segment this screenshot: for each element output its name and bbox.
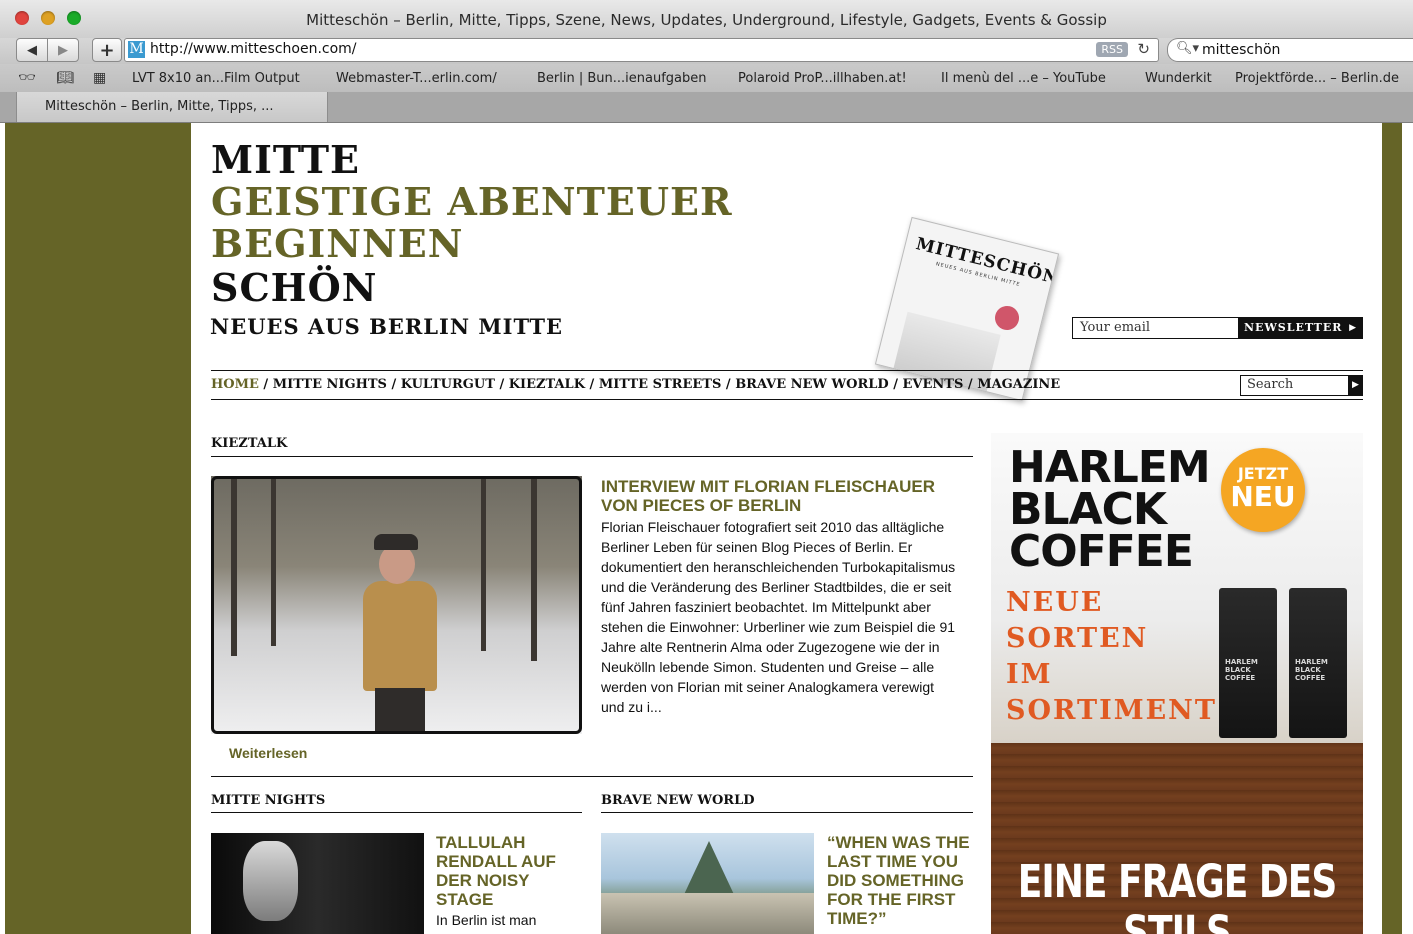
- ad-badge-line: NEU: [1230, 480, 1296, 513]
- nav-kieztalk[interactable]: KIEZTALK: [509, 377, 585, 392]
- back-arrow-icon: ◀: [27, 42, 37, 58]
- tab-bar: Mitteschön – Berlin, Mitte, Tipps, ...: [0, 92, 1413, 123]
- bookmark-item[interactable]: Wunderkit: [1145, 71, 1212, 86]
- teaser-excerpt-tallulah: In Berlin ist man: [436, 912, 537, 928]
- browser-toolbar: ◀ ▶ + M http://www.mitteschoen.com/ RSS …: [0, 38, 1413, 64]
- ad-headline-line: COFFEE: [1009, 526, 1194, 577]
- nav-brave-new-world[interactable]: BRAVE NEW WORLD: [735, 377, 889, 392]
- bookmark-item[interactable]: LVT 8x10 an...Film Output: [132, 71, 300, 86]
- nav-mitte-nights[interactable]: MITTE NIGHTS: [273, 377, 387, 392]
- search-icon: 🔍︎▾: [1176, 41, 1200, 56]
- bookmark-item[interactable]: Il menù del ...e – YouTube: [941, 71, 1106, 86]
- teaser-photo-first-time[interactable]: [601, 833, 814, 934]
- logo-line-beginnen: BEGINNEN: [211, 221, 464, 266]
- site-search-input[interactable]: Search: [1240, 375, 1350, 396]
- forward-arrow-icon: ▶: [58, 42, 68, 58]
- ad-new-badge: JETZT NEU: [1221, 448, 1305, 532]
- ad-tagline-line: IM: [1006, 659, 1053, 690]
- back-button[interactable]: ◀: [16, 38, 48, 62]
- bookmark-item[interactable]: Projektförde... – Berlin.de: [1235, 71, 1399, 86]
- teaser-photo-tallulah[interactable]: [211, 833, 424, 934]
- ad-tagline-line: NEUE: [1006, 587, 1104, 618]
- featured-article-photo[interactable]: [211, 476, 582, 734]
- coffee-advertisement[interactable]: HARLEM BLACK COFFEE JETZT NEU NEUE SORTE…: [991, 433, 1363, 934]
- window-title: Mitteschön – Berlin, Mitte, Tipps, Szene…: [306, 11, 1107, 29]
- logo-line-schoen: SCHÖN: [211, 265, 378, 310]
- section-rule: [601, 812, 973, 813]
- ad-slogan: EINE FRAGE DES STILS: [1017, 856, 1338, 934]
- ad-headline-line: BLACK: [1009, 484, 1167, 535]
- section-heading-kieztalk[interactable]: KIEZTALK: [211, 436, 287, 451]
- arrow-right-icon: ▶: [1352, 380, 1359, 390]
- ad-headline-line: HARLEM: [1009, 442, 1211, 493]
- ad-tagline-line: SORTIMENT: [1006, 695, 1217, 726]
- bookmarks-bar: 👓︎ 📖︎ ▦ LVT 8x10 an...Film Output Webmas…: [0, 64, 1413, 93]
- site-search-placeholder: Search: [1247, 377, 1294, 392]
- page-content: MITTE GEISTIGE ABENTEUER BEGINNEN SCHÖN …: [191, 123, 1382, 934]
- ad-wood-panel: EINE FRAGE DES STILS: [991, 743, 1363, 934]
- background-left: [5, 123, 191, 934]
- window-titlebar: Mitteschön – Berlin, Mitte, Tipps, Szene…: [0, 0, 1413, 38]
- nav-events[interactable]: EVENTS: [903, 377, 964, 392]
- magazine-cover-badge: [992, 303, 1022, 333]
- section-rule: [211, 456, 973, 457]
- logo-line-geistige: GEISTIGE ABENTEUER: [211, 179, 733, 224]
- newsletter-email-input[interactable]: Your email: [1072, 317, 1239, 339]
- coffee-bag-image: HARLEM BLACK COFFEE: [1289, 588, 1347, 738]
- section-divider: [211, 776, 973, 777]
- url-text[interactable]: http://www.mitteschoen.com/: [150, 41, 357, 57]
- coffee-bag-label: HARLEM BLACK COFFEE: [1295, 658, 1328, 682]
- nav-top-rule: [211, 370, 1363, 371]
- nav-magazine[interactable]: MAGAZINE: [977, 377, 1060, 392]
- section-heading-brave-new-world[interactable]: BRAVE NEW WORLD: [601, 793, 755, 808]
- browser-search-field[interactable]: 🔍︎▾ mitteschön: [1167, 38, 1413, 62]
- magazine-cover-image[interactable]: MITTESCHÖN NEUES AUS BERLIN MITTE: [874, 216, 1060, 402]
- featured-article-excerpt: Florian Fleischauer fotografiert seit 20…: [601, 519, 956, 715]
- page-viewport: MITTE GEISTIGE ABENTEUER BEGINNEN SCHÖN …: [5, 123, 1402, 934]
- reading-list-icon[interactable]: 👓︎: [18, 70, 36, 86]
- tab-label: Mitteschön – Berlin, Mitte, Tipps, ...: [45, 99, 274, 114]
- site-tagline: NEUES AUS BERLIN MITTE: [210, 314, 563, 339]
- plus-icon: +: [99, 39, 115, 61]
- add-bookmark-button[interactable]: +: [92, 38, 122, 62]
- nav-kulturgut[interactable]: KULTURGUT: [401, 377, 495, 392]
- coffee-bag-label: HARLEM BLACK COFFEE: [1225, 658, 1258, 682]
- reload-icon[interactable]: ↻: [1137, 40, 1150, 58]
- section-heading-mitte-nights[interactable]: MITTE NIGHTS: [211, 793, 325, 808]
- arrow-right-icon: ▶: [1349, 323, 1357, 333]
- nav-mitte-streets[interactable]: MITTE STREETS: [599, 377, 722, 392]
- browser-search-text[interactable]: mitteschön: [1202, 42, 1280, 58]
- background-right: [1382, 123, 1402, 934]
- top-sites-grid-icon[interactable]: ▦: [93, 70, 106, 86]
- bookmarks-book-icon[interactable]: 📖︎: [56, 70, 74, 86]
- nav-bottom-rule: [211, 399, 1363, 400]
- section-rule: [211, 812, 582, 813]
- address-bar[interactable]: M http://www.mitteschoen.com/ RSS ↻: [124, 38, 1159, 62]
- read-more-link[interactable]: Weiterlesen: [229, 745, 307, 761]
- logo-line-mitte: MITTE: [211, 137, 361, 182]
- newsletter-button-label: NEWSLETTER: [1244, 321, 1343, 334]
- nav-home[interactable]: HOME: [211, 377, 259, 392]
- newsletter-placeholder: Your email: [1080, 320, 1151, 335]
- newsletter-button[interactable]: NEWSLETTER ▶: [1238, 317, 1363, 339]
- bookmark-item[interactable]: Webmaster-T...erlin.com/: [336, 71, 497, 86]
- bookmark-item[interactable]: Berlin | Bun...ienaufgaben: [537, 71, 707, 86]
- coffee-bag-image: HARLEM BLACK COFFEE: [1219, 588, 1277, 738]
- ad-tagline-line: SORTEN: [1006, 623, 1149, 654]
- teaser-title-first-time[interactable]: “WHEN WAS THE LAST TIME YOU DID SOMETHIN…: [827, 833, 977, 928]
- main-nav: HOME / MITTE NIGHTS / KULTURGUT / KIEZTA…: [211, 377, 1061, 392]
- tab-mitteschoen[interactable]: Mitteschön – Berlin, Mitte, Tipps, ...: [16, 92, 328, 122]
- rss-button[interactable]: RSS: [1096, 42, 1128, 57]
- site-favicon-icon: M: [128, 41, 145, 58]
- forward-button[interactable]: ▶: [47, 38, 79, 62]
- teaser-title-tallulah[interactable]: TALLULAH RENDALL AUF DER NOISY STAGE: [436, 833, 576, 909]
- featured-article-title[interactable]: INTERVIEW MIT FLORIAN FLEISCHAUER VON PI…: [601, 477, 961, 515]
- bookmark-item[interactable]: Polaroid ProP...illhaben.at!: [738, 71, 907, 86]
- site-search-button[interactable]: ▶: [1348, 375, 1363, 396]
